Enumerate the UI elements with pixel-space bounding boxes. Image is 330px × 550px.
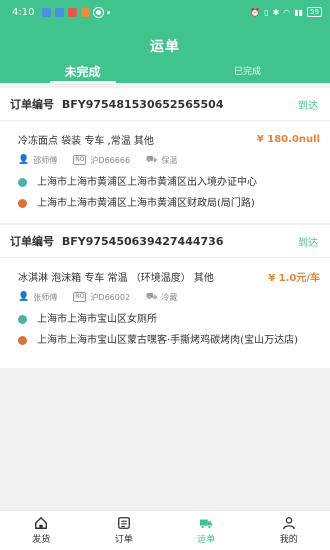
temperature-type: 保温 (161, 155, 178, 165)
delivery-address-text: 上海市上海市黄浦区上海市黄浦区财政局(局门路) (37, 198, 255, 209)
bottom-nav: 发货 订单 运单 我的 (0, 510, 330, 550)
order-card[interactable]: 订单编号 BFY975450639427444736 到达 冰淇淋 泡沫箱 专车… (0, 225, 330, 368)
tab-bar: 未完成 已完成 (0, 63, 330, 83)
notification-icon (42, 7, 52, 17)
driver-icon: 👤 (18, 155, 30, 165)
bluetooth-icon: ✱ (272, 7, 280, 17)
pickup-address: 上海市上海市宝山区女厕所 (0, 312, 330, 327)
more-notifications-icon (107, 10, 111, 14)
header: 4:10 ⏰ ▯ ✱ ◠ ▮▮ 59 运单 未完成 已完成 (0, 0, 330, 83)
order-number-label: 订单编号 (10, 98, 54, 111)
delivery-address: 上海市上海市黄浦区上海市黄浦区财政局(局门路) (0, 196, 330, 211)
delivery-address-text: 上海市上海市宝山区蒙古嘿客·手撕烤鸡碳烤肉(宝山万达店) (37, 335, 298, 346)
nav-item-mine[interactable]: 我的 (248, 511, 330, 550)
pickup-address-text: 上海市上海市黄浦区上海市黄浦区出入境办证中心 (37, 177, 257, 188)
order-number-value: BFY975481530652565504 (61, 98, 224, 111)
truck-icon: ⛟ (146, 291, 158, 302)
cargo-description: 冰淇淋 泡沫箱 专车 常温 （环境温度） 其他 (18, 272, 214, 284)
order-number: 订单编号 BFY975450639427444736 (10, 233, 223, 249)
plate-number: 沪D66002 (90, 292, 131, 302)
signal-icon: ▮▮ (294, 7, 304, 17)
notification-icon (81, 7, 91, 17)
tab-unfinished[interactable]: 未完成 (0, 63, 165, 83)
order-number: 订单编号 BFY975481530652565504 (10, 96, 223, 112)
nav-label: 订单 (114, 535, 133, 545)
order-status: 到达 (298, 100, 318, 112)
battery-icon: 59 (307, 7, 322, 17)
order-number-value: BFY975450639427444736 (61, 235, 224, 248)
nav-item-waybill[interactable]: 运单 (165, 511, 248, 550)
nav-item-ship[interactable]: 发货 (0, 511, 83, 550)
truck-icon (200, 519, 213, 529)
notification-icon (68, 7, 78, 17)
pickup-address: 上海市上海市黄浦区上海市黄浦区出入境办证中心 (0, 175, 330, 190)
price: ¥ 180.0null (256, 133, 320, 145)
order-number-label: 订单编号 (10, 235, 54, 248)
notification-icon (55, 7, 65, 17)
start-dot-icon (18, 178, 27, 187)
end-dot-icon (18, 199, 27, 208)
order-card[interactable]: 订单编号 BFY975481530652565504 到达 冷冻面点 袋装 专车… (0, 88, 330, 223)
status-bar: 4:10 ⏰ ▯ ✱ ◠ ▮▮ 59 (0, 0, 330, 24)
person-icon (282, 517, 295, 530)
list-icon (117, 517, 130, 529)
delivery-address: 上海市上海市宝山区蒙古嘿客·手撕烤鸡碳烤肉(宝山万达店) (0, 333, 330, 348)
nav-label: 发货 (32, 535, 51, 545)
driver-icon: 👤 (18, 292, 30, 302)
cargo-description: 冷冻面点 袋装 专车 ,常温 其他 (18, 135, 154, 147)
vibrate-icon: ▯ (264, 7, 269, 17)
start-dot-icon (18, 315, 27, 324)
wifi-icon: ◠ (283, 7, 291, 17)
plate-icon: NO (73, 155, 87, 165)
nav-item-orders[interactable]: 订单 (83, 511, 166, 550)
truck-icon: ⛟ (146, 154, 158, 165)
notification-icon (94, 7, 104, 17)
driver-name: 邵师傅 (33, 155, 58, 165)
status-time: 4:10 (12, 6, 35, 18)
order-status: 到达 (298, 237, 318, 249)
temperature-type: 冷藏 (161, 292, 178, 302)
driver-name: 张师傅 (33, 292, 58, 302)
nav-label: 我的 (279, 535, 298, 545)
end-dot-icon (18, 336, 27, 345)
plate-number: 沪D66666 (90, 155, 131, 165)
tab-finished[interactable]: 已完成 (165, 63, 330, 83)
plate-icon: NO (73, 292, 87, 302)
alarm-icon: ⏰ (250, 7, 261, 17)
home-icon (35, 516, 48, 529)
price: ¥ 1.0元/车 (268, 272, 320, 284)
nav-label: 运单 (197, 535, 216, 545)
page-title: 运单 (150, 39, 180, 55)
pickup-address-text: 上海市上海市宝山区女厕所 (37, 314, 157, 325)
